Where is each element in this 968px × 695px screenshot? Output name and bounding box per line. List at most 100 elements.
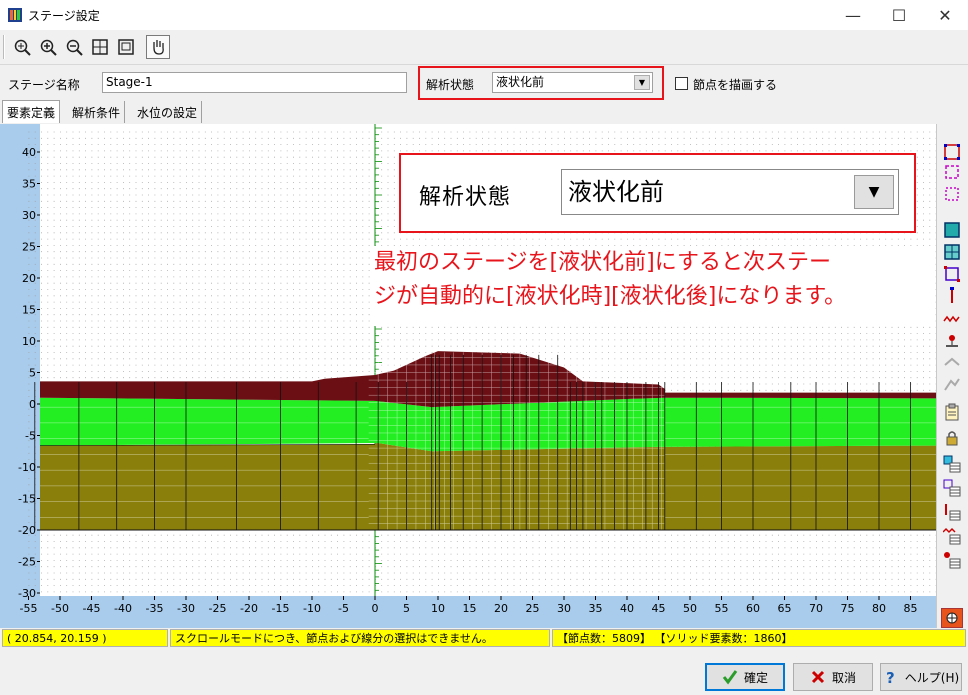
cancel-button[interactable]: 取消	[793, 663, 873, 691]
x-tick-label: -30	[177, 602, 195, 615]
copy-properties-button[interactable]	[941, 402, 963, 422]
y-tick-label: 35	[22, 178, 36, 191]
zoom-fit-button[interactable]	[10, 35, 34, 59]
stage-name-input[interactable]: Stage-1	[102, 72, 407, 93]
zoom-all-icon	[92, 39, 108, 55]
table-edit-button-1[interactable]	[941, 454, 963, 474]
x-tick-label: -15	[272, 602, 290, 615]
y-tick-label: 0	[29, 398, 36, 411]
element-magenta-button[interactable]	[941, 162, 963, 182]
spring-element-button[interactable]	[941, 308, 963, 328]
beam-element-button[interactable]	[941, 286, 963, 306]
x-tick-label: -25	[209, 602, 227, 615]
table-edit-beam-icon	[945, 504, 961, 521]
table-edit-spring-icon	[943, 527, 961, 545]
support-button[interactable]	[941, 330, 963, 350]
quad-element-icon	[944, 266, 960, 282]
x-tick-label: -35	[146, 602, 164, 615]
draw-nodes-label: 節点を描画する	[693, 78, 778, 92]
draw-nodes-checkbox[interactable]	[675, 77, 688, 90]
tab-analysis-conditions[interactable]: 解析条件	[68, 101, 126, 123]
lower-soil-layer	[40, 443, 936, 530]
element-dashed-button[interactable]	[941, 184, 963, 204]
x-tick-label: 75	[841, 602, 855, 615]
svg-text:?: ?	[886, 669, 895, 685]
toolbar	[0, 32, 968, 62]
right-toolbar	[936, 124, 968, 628]
table-edit-button-5[interactable]	[941, 550, 963, 570]
cancel-label: 取消	[831, 670, 856, 685]
stage-name-label: ステージ名称	[8, 78, 80, 92]
x-tick-label: 85	[904, 602, 918, 615]
x-tick-label: 30	[557, 602, 571, 615]
zoom-in-button[interactable]	[36, 35, 60, 59]
maximize-button[interactable]: ☐	[876, 0, 922, 30]
ok-button[interactable]: 確定	[705, 663, 785, 691]
upper-soil-layer	[40, 397, 936, 452]
help-button[interactable]: ? ヘルプ(H)	[880, 663, 962, 691]
minimize-icon: —	[845, 5, 861, 25]
mesh-element-button[interactable]	[941, 242, 963, 262]
callout-value: 液状化前	[568, 178, 664, 206]
zoom-all-button[interactable]	[88, 35, 112, 59]
beam-element-icon	[950, 287, 954, 303]
zoom-window-icon	[118, 39, 134, 55]
dialog-buttons: 確定 取消 ? ヘルプ(H)	[0, 650, 968, 695]
x-tick-label: 15	[463, 602, 477, 615]
ok-label: 確定	[743, 670, 768, 685]
x-tick-label: 80	[872, 602, 886, 615]
select-element-button[interactable]	[941, 142, 963, 162]
grayed-edit-button	[941, 374, 963, 394]
mesh-element-icon	[944, 244, 960, 260]
y-tick-label: 10	[22, 335, 36, 348]
tab-element-definition[interactable]: 要素定義	[2, 100, 61, 123]
callout-select: 液状化前 ▼	[561, 169, 899, 215]
y-tick-label: -25	[18, 556, 36, 569]
table-edit-button-2[interactable]	[941, 478, 963, 498]
tab-bar: 要素定義 解析条件 水位の設定	[0, 100, 968, 123]
annotation-line-1: 最初のステージを[液状化前]にすると次ステー	[374, 250, 831, 275]
window-title: ステージ設定	[28, 9, 100, 23]
status-bar: ( 20.854, 20.159 ) スクロールモードにつき、節点および線分の選…	[0, 628, 968, 648]
y-tick-label: 25	[22, 241, 36, 254]
navigator-icon	[946, 612, 958, 624]
tab-water-level[interactable]: 水位の設定	[133, 101, 203, 123]
y-tick-label: 40	[22, 146, 36, 159]
x-tick-label: 40	[620, 602, 634, 615]
status-message: スクロールモードにつき、節点および線分の選択はできません。	[170, 629, 550, 647]
callout-label: 解析状態	[419, 185, 512, 210]
zoom-in-icon	[40, 39, 57, 56]
table-edit-button-4[interactable]	[941, 526, 963, 546]
x-tick-label: -40	[114, 602, 132, 615]
table-edit-button-3[interactable]	[941, 502, 963, 522]
help-icon: ?	[886, 669, 895, 685]
lock-button[interactable]	[941, 428, 963, 448]
help-label: ヘルプ(H)	[904, 670, 960, 685]
x-tick-label: 55	[715, 602, 729, 615]
zoom-out-icon	[66, 39, 83, 56]
minimize-button[interactable]: —	[830, 0, 876, 30]
toolbar-grip	[3, 35, 5, 59]
callout-chevron-down-icon: ▼	[854, 175, 894, 209]
x-tick-label: 70	[809, 602, 823, 615]
x-tick-label: 25	[526, 602, 540, 615]
title-bar: ステージ設定 — ☐ ✕	[0, 0, 968, 30]
grayed-tool-icon	[944, 357, 960, 366]
table-edit-icon	[943, 455, 961, 473]
annotation-line-2: ジが自動的に[液状化時][液状化後]になります。	[374, 284, 847, 309]
y-tick-label: -30	[18, 587, 36, 600]
hand-pan-button[interactable]	[146, 35, 170, 59]
close-button[interactable]: ✕	[922, 0, 968, 30]
y-tick-label: 30	[22, 209, 36, 222]
navigator-button[interactable]	[941, 608, 963, 628]
quad-element-button[interactable]	[941, 264, 963, 284]
solid-element-button[interactable]	[941, 220, 963, 240]
zoom-out-button[interactable]	[62, 35, 86, 59]
zoom-window-button[interactable]	[114, 35, 138, 59]
status-coordinates: ( 20.854, 20.159 )	[2, 629, 168, 647]
y-tick-label: 15	[22, 304, 36, 317]
y-tick-label: -15	[18, 493, 36, 506]
x-tick-label: 60	[746, 602, 760, 615]
x-tick-label: 65	[778, 602, 792, 615]
table-edit-support-icon	[944, 552, 961, 569]
